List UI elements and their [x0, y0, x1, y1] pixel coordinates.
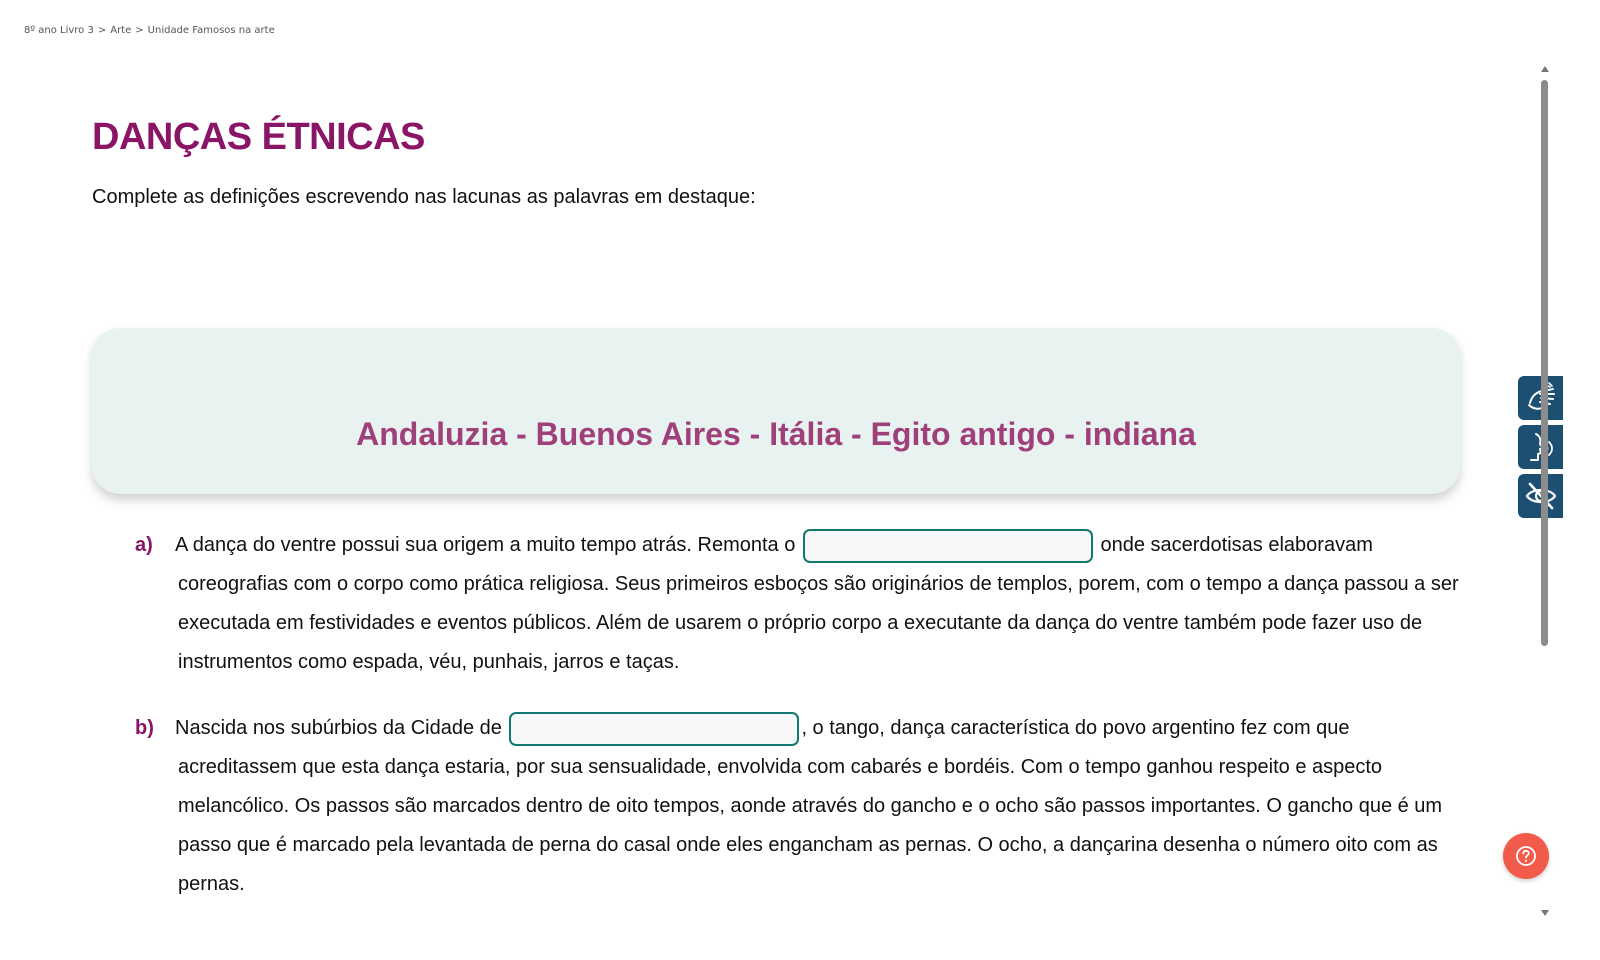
scrollbar-thumb[interactable]: [1541, 80, 1548, 646]
help-button[interactable]: [1503, 833, 1549, 879]
question-a-first-line: a) A dança do ventre possui sua origem a …: [135, 526, 1465, 565]
question-a-text-after: onde sacerdotisas elaboravam: [1100, 534, 1373, 556]
breadcrumb: 8º ano Livro 3 > Arte > Unidade Famosos na a…: [24, 25, 275, 36]
question-a: a) A dança do ventre possui sua origem a …: [135, 526, 1465, 682]
question-b-first-line: b) Nascida nos subúrbios da Cidade de , o…: [135, 709, 1465, 748]
breadcrumb-separator: >: [97, 25, 107, 36]
breadcrumb-item-book[interactable]: 8º ano Livro 3: [24, 25, 94, 36]
page-title: DANÇAS ÉTNICAS: [92, 116, 425, 158]
question-b-continuation: acreditassem que esta dança estaria, por…: [178, 756, 1443, 895]
question-a-text-before: A dança do ventre possui sua origem a mu…: [175, 534, 796, 556]
breadcrumb-item-subject[interactable]: Arte: [110, 25, 131, 36]
scrollbar[interactable]: [1538, 62, 1552, 918]
instructions-text: Complete as definições escrevendo nas la…: [92, 186, 756, 208]
question-b: b) Nascida nos subúrbios da Cidade de , o…: [135, 709, 1465, 904]
scroll-down-arrow[interactable]: [1541, 910, 1549, 916]
page: 8º ano Livro 3 > Arte > Unidade Famosos na a…: [0, 0, 1600, 960]
scroll-up-arrow[interactable]: [1541, 66, 1549, 72]
question-letter: b): [135, 717, 154, 739]
help-icon: [1516, 846, 1536, 866]
breadcrumb-separator: >: [135, 25, 144, 36]
question-b-text-before: Nascida nos subúrbios da Cidade de: [175, 717, 502, 739]
word-bank-box: Andaluzia - Buenos Aires - Itália - Egit…: [92, 328, 1460, 494]
question-b-text-after: , o tango, dança característica do povo …: [801, 717, 1350, 739]
answer-blank-a[interactable]: [802, 528, 1093, 563]
question-letter: a): [135, 534, 153, 556]
question-a-continuation: coreografias com o corpo como prática re…: [178, 573, 1459, 673]
breadcrumb-item-unit[interactable]: Unidade Famosos na arte: [148, 25, 275, 36]
answer-blank-b[interactable]: [509, 711, 800, 746]
word-bank-text: Andaluzia - Buenos Aires - Itália - Egit…: [356, 416, 1196, 452]
